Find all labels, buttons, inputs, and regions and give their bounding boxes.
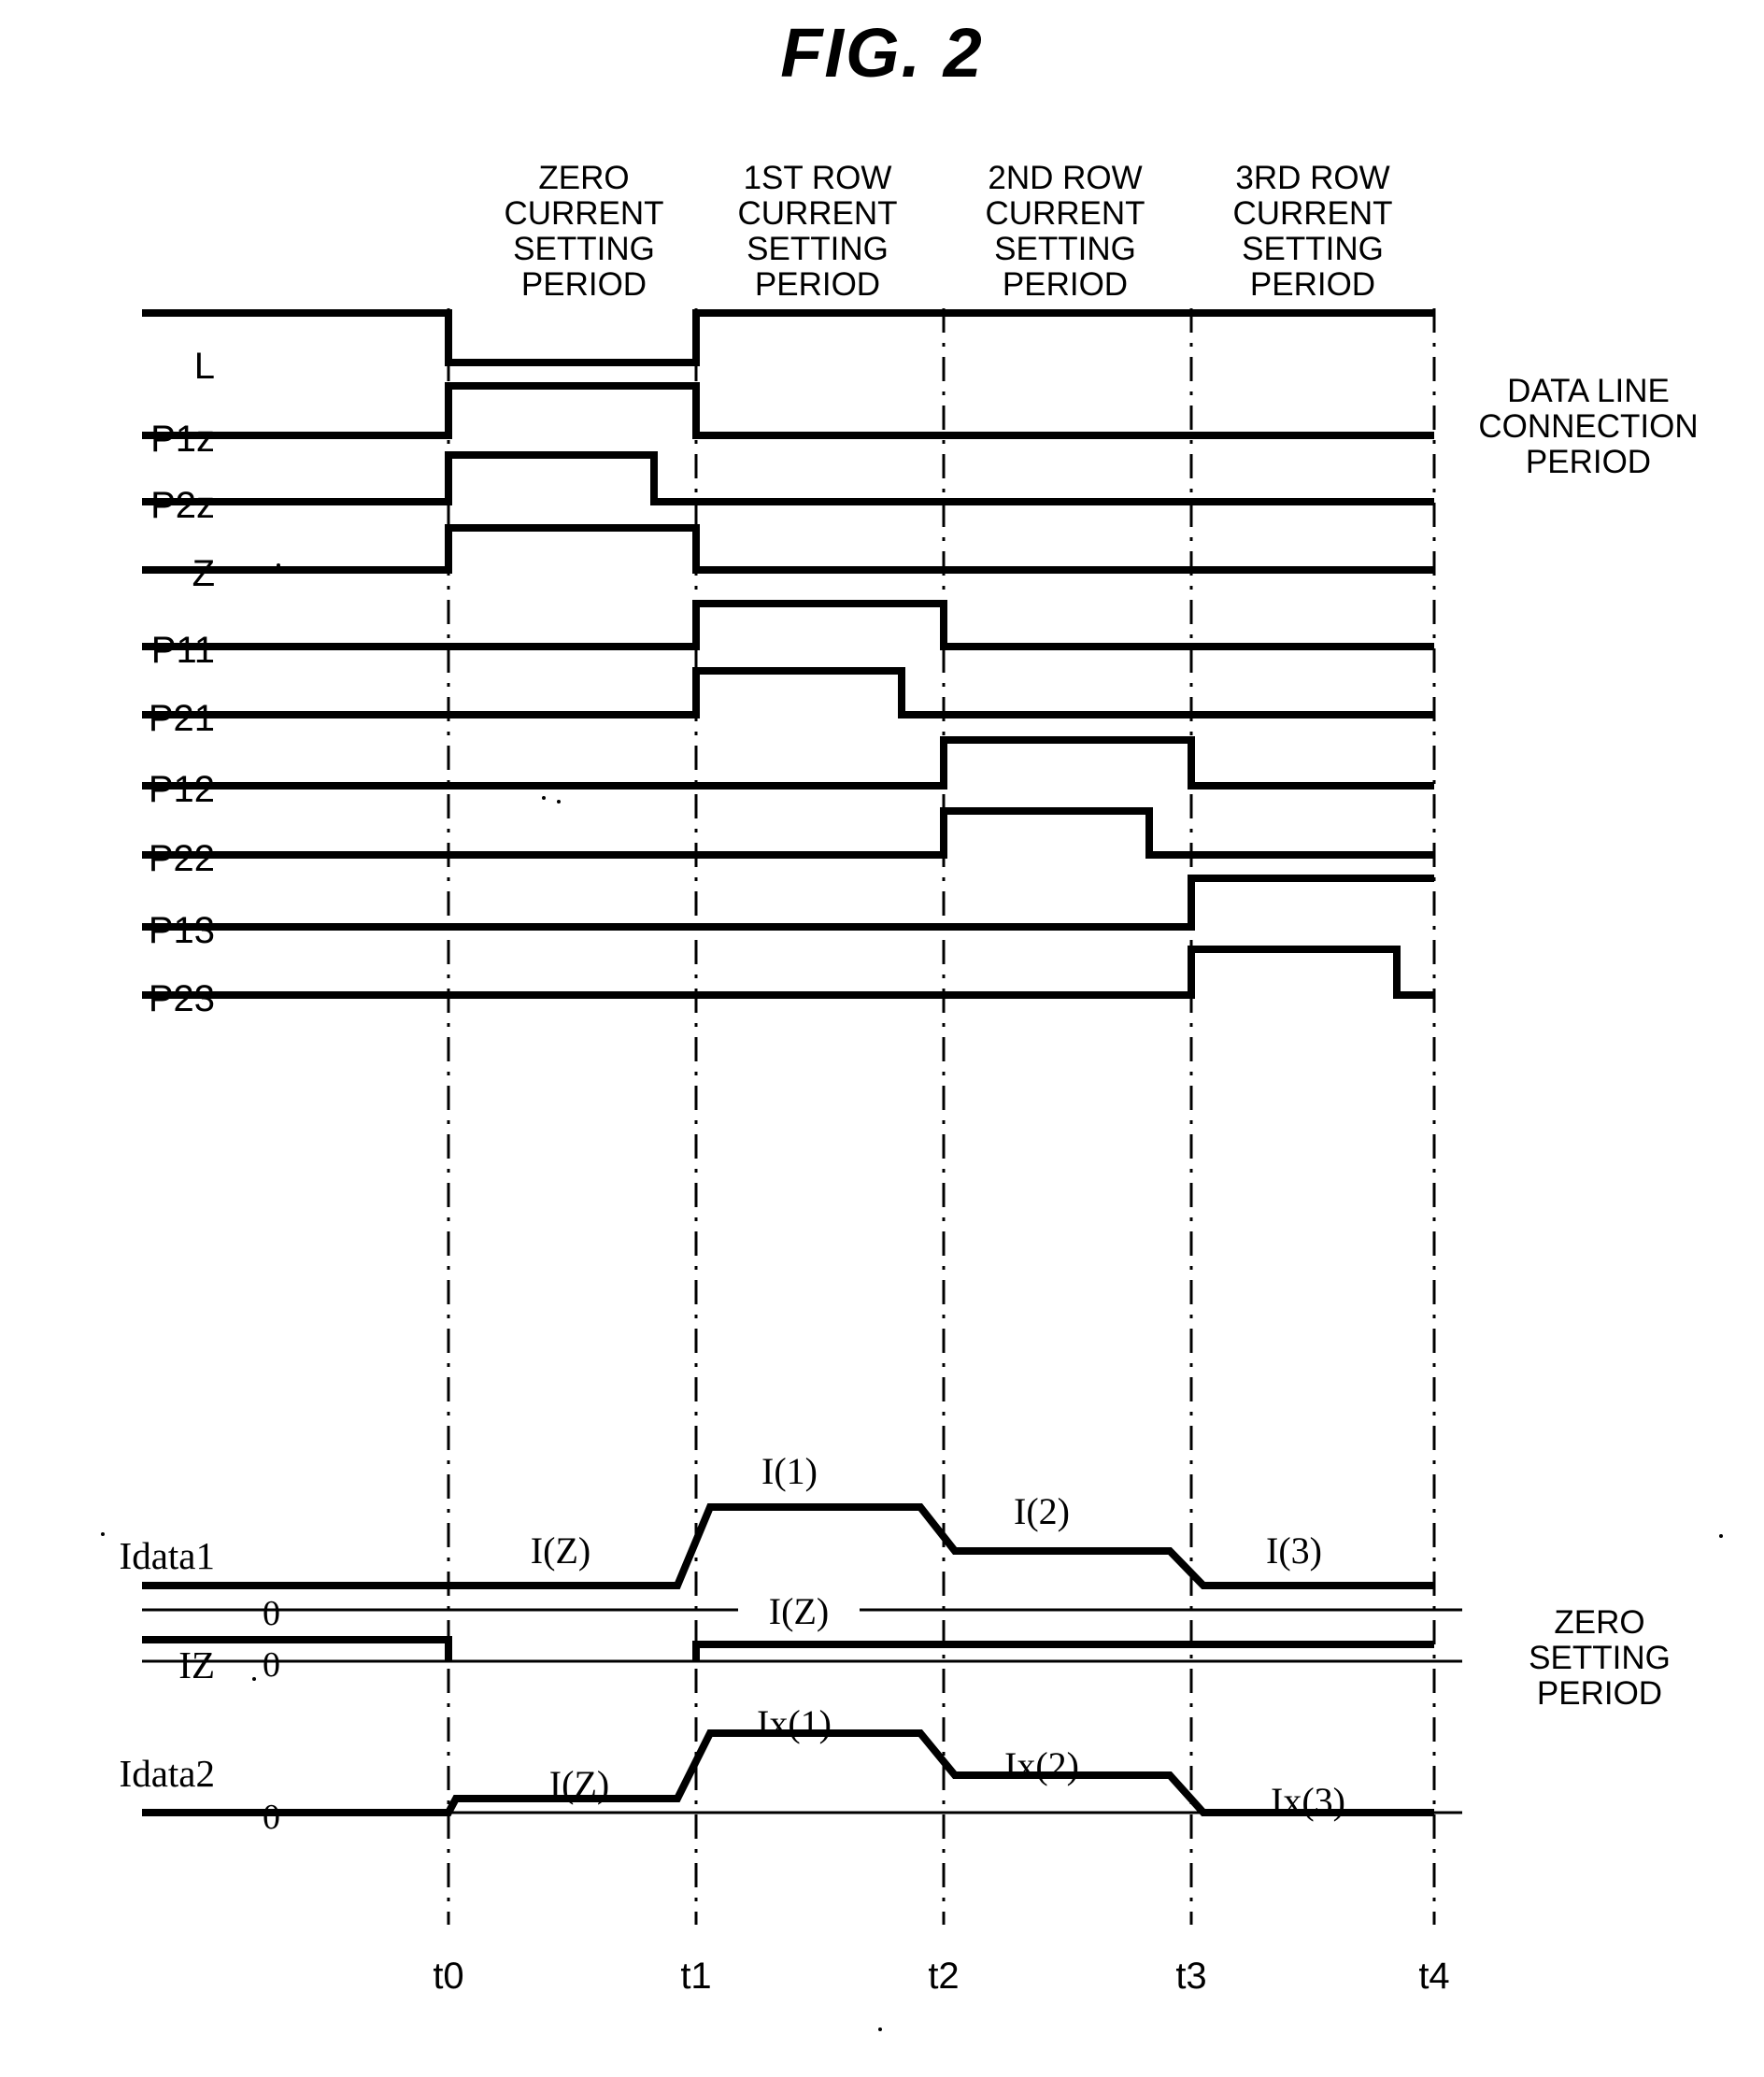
signal-label-P22: P22 bbox=[148, 838, 215, 879]
scan-speck bbox=[1719, 1534, 1723, 1538]
time-tick-label-t2: t2 bbox=[928, 1956, 960, 1997]
signal-label-Idata2: Idata2 bbox=[119, 1752, 215, 1795]
scan-speck bbox=[557, 800, 561, 804]
wave-annotation-I1: I(1) bbox=[761, 1450, 818, 1492]
digital-waveforms bbox=[142, 309, 1434, 999]
waveform-IZ bbox=[142, 1636, 1434, 1661]
waveform-P23 bbox=[142, 946, 1434, 999]
signal-label-P23: P23 bbox=[148, 978, 215, 1019]
scan-speck bbox=[252, 1677, 256, 1681]
signal-label-P12: P12 bbox=[148, 769, 215, 810]
note-data-line-connection-period: DATA LINE CONNECTION PERIOD bbox=[1478, 373, 1699, 480]
waveform-Z bbox=[142, 524, 1434, 574]
waveform-L bbox=[142, 309, 1434, 366]
signal-label-P2z: P2z bbox=[150, 485, 215, 526]
waveform-P2z bbox=[142, 451, 1434, 505]
wave-annotation-IZ: I(Z) bbox=[530, 1529, 591, 1572]
waveform-P12 bbox=[142, 736, 1434, 790]
waveform-P13 bbox=[142, 875, 1434, 931]
scan-speck bbox=[542, 796, 546, 800]
wave-annotation-Ix1: Ix(1) bbox=[757, 1702, 832, 1744]
scan-speck bbox=[878, 2027, 882, 2031]
time-tick-label-t0: t0 bbox=[433, 1956, 464, 1997]
zero-level-label: 0 bbox=[263, 1594, 280, 1633]
signal-label-P11: P11 bbox=[150, 630, 215, 671]
wave-annotation-IZ: I(Z) bbox=[738, 1593, 860, 1630]
wave-annotation-I2: I(2) bbox=[1014, 1490, 1070, 1532]
signal-label-P21: P21 bbox=[148, 698, 215, 739]
scan-speck bbox=[101, 1532, 105, 1536]
waveform-P21 bbox=[142, 667, 1434, 718]
signal-label-Z: Z bbox=[192, 553, 215, 594]
wave-annotation-Ix2: Ix(2) bbox=[1004, 1744, 1079, 1786]
zero-level-label: 0 bbox=[263, 1798, 280, 1837]
time-tick-label-t1: t1 bbox=[680, 1956, 712, 1997]
note-zero-setting-period: ZERO SETTING PERIOD bbox=[1529, 1604, 1671, 1712]
signal-label-IZ: IZ bbox=[178, 1643, 215, 1686]
signal-label-L: L bbox=[193, 346, 215, 387]
waveform-P22 bbox=[142, 807, 1434, 859]
signal-label-P13: P13 bbox=[148, 910, 215, 951]
period-header-third-row-current-setting-period: 3RD ROW CURRENT SETTING PERIOD bbox=[1232, 160, 1393, 303]
waveform-P1z bbox=[142, 382, 1434, 439]
time-tick-label-t3: t3 bbox=[1175, 1956, 1207, 1997]
signal-label-P1z: P1z bbox=[150, 419, 215, 460]
waveform-P11 bbox=[142, 600, 1434, 650]
timing-diagram-canvas bbox=[142, 308, 1462, 1925]
time-marker-lines bbox=[447, 308, 1436, 1925]
signal-label-Idata1: Idata1 bbox=[119, 1534, 215, 1577]
wave-annotation-Ix3: Ix(3) bbox=[1271, 1780, 1345, 1822]
wave-annotation-I3: I(3) bbox=[1266, 1529, 1322, 1572]
wave-annotation-IZ: I(Z) bbox=[548, 1763, 610, 1805]
time-tick-label-t4: t4 bbox=[1418, 1956, 1450, 1997]
scan-speck bbox=[277, 563, 280, 567]
